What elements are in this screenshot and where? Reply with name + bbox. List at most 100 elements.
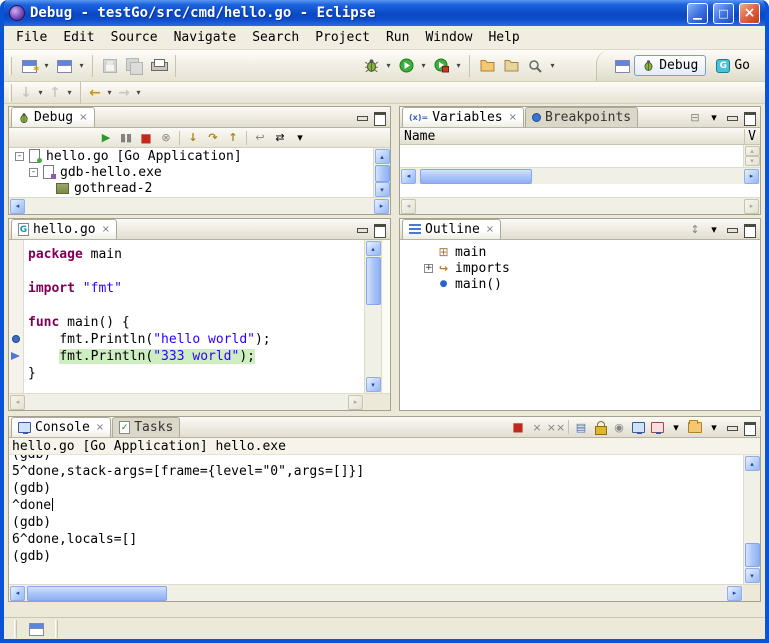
clear-console-button[interactable]: ▤ [572, 419, 590, 436]
open-resource-button[interactable] [475, 54, 499, 78]
scroll-down-icon[interactable]: ▾ [375, 182, 390, 197]
minimize-view-button[interactable] [724, 222, 740, 236]
scroll-lock-button[interactable] [591, 419, 609, 436]
close-tab-icon[interactable]: × [486, 224, 494, 235]
scroll-left-icon[interactable]: ◂ [10, 395, 25, 410]
scrollbar-thumb[interactable] [366, 257, 381, 305]
search-dropdown-icon[interactable]: ▾ [547, 61, 558, 70]
code-line[interactable] [24, 263, 364, 280]
maximize-view-button[interactable] [741, 420, 757, 434]
perspective-debug-button[interactable]: Debug [634, 55, 706, 76]
close-tab-icon[interactable]: × [79, 112, 87, 123]
step-over-button[interactable]: ↷ [204, 129, 222, 146]
display-selected-console-button[interactable]: ▾ [667, 419, 685, 436]
open-console-dropdown-icon[interactable]: ▾ [705, 419, 723, 436]
use-step-filters-button[interactable]: ⇄ [271, 129, 289, 146]
next-annotation-button[interactable]: ↓ [17, 84, 35, 102]
overview-ruler[interactable] [381, 240, 390, 393]
menu-file[interactable]: File [8, 27, 55, 48]
variables-detail-pane[interactable] [400, 184, 760, 197]
maximize-window-button[interactable]: □ [713, 3, 734, 24]
tab-hello-go[interactable]: G hello.go × [11, 219, 117, 239]
tree-item[interactable]: +↪imports [418, 260, 760, 276]
minimize-window-button[interactable]: ▁ [687, 3, 708, 24]
debug-horizontal-scrollbar[interactable]: ◂ ▸ [9, 197, 390, 214]
previous-annotation-dropdown-icon[interactable]: ▾ [64, 88, 75, 97]
tab-outline[interactable]: Outline × [402, 219, 501, 239]
step-into-button[interactable]: ↓ [184, 129, 202, 146]
menu-project[interactable]: Project [307, 27, 378, 48]
tree-item[interactable]: -gdb-hello.exe [9, 164, 373, 180]
outline-view-menu-icon[interactable]: ▾ [705, 221, 723, 238]
new-go-element-button[interactable] [52, 54, 76, 78]
scroll-up-icon[interactable]: ▴ [745, 146, 760, 156]
scroll-left-icon[interactable]: ◂ [10, 199, 25, 214]
code-line[interactable]: import "fmt" [24, 280, 364, 297]
title-bar[interactable]: Debug - testGo/src/cmd/hello.go - Eclips… [4, 0, 765, 26]
disconnect-button[interactable]: ⊗ [157, 129, 175, 146]
scroll-right-icon[interactable]: ▸ [374, 199, 389, 214]
fast-view-bar-button[interactable] [27, 620, 45, 637]
scrollbar-thumb[interactable] [745, 543, 760, 567]
scrollbar-thumb[interactable] [27, 586, 167, 601]
detail-horizontal-scrollbar[interactable]: ◂ ▸ [400, 197, 760, 214]
menu-window[interactable]: Window [417, 27, 480, 48]
close-tab-icon[interactable]: × [96, 422, 104, 433]
editor-ruler[interactable] [9, 240, 24, 393]
variables-horizontal-scrollbar[interactable]: ◂ ▸ [400, 167, 760, 184]
scroll-left-icon[interactable]: ◂ [401, 169, 416, 184]
forward-dropdown-icon[interactable]: ▾ [133, 88, 144, 97]
scroll-down-icon[interactable]: ▾ [366, 377, 381, 392]
external-tools-dropdown-icon[interactable]: ▾ [453, 61, 464, 70]
code-line[interactable]: func main() { [24, 314, 364, 331]
remove-launch-button[interactable]: × [528, 419, 546, 436]
new-wizard-dropdown-icon[interactable]: ▾ [41, 61, 52, 70]
maximize-view-button[interactable] [741, 222, 757, 236]
run-launch-button[interactable] [394, 54, 418, 78]
suspend-button[interactable]: ▮▮ [117, 129, 135, 146]
scroll-right-icon[interactable]: ▸ [727, 586, 742, 601]
scroll-up-icon[interactable]: ▴ [366, 241, 381, 256]
collapse-all-button[interactable]: ⊟ [686, 109, 704, 126]
resume-button[interactable]: ▶ [97, 129, 115, 146]
remove-all-launches-button[interactable]: ×× [547, 419, 565, 436]
scrollbar-thumb[interactable] [420, 169, 532, 184]
editor-vertical-scrollbar[interactable]: ▴ ▾ [364, 240, 381, 393]
menu-help[interactable]: Help [480, 27, 527, 48]
console-horizontal-scrollbar[interactable]: ◂ ▸ [9, 584, 743, 601]
toolbar-grip[interactable] [9, 84, 12, 102]
code-line[interactable]: } [24, 365, 364, 382]
external-tools-button[interactable] [429, 54, 453, 78]
maximize-view-button[interactable] [371, 222, 387, 236]
tree-expander-icon[interactable]: - [15, 152, 24, 161]
tab-tasks[interactable]: ✓ Tasks [112, 417, 180, 437]
save-all-button[interactable] [122, 54, 146, 78]
debug-vertical-scrollbar[interactable]: ▴ ▾ [373, 148, 390, 197]
variables-tree-area[interactable]: ▴ ▾ [400, 145, 760, 167]
back-button[interactable]: ← [86, 84, 104, 102]
tree-item[interactable]: ●main() [418, 276, 760, 292]
new-wizard-button[interactable]: * [17, 54, 41, 78]
open-project-button[interactable] [499, 54, 523, 78]
debug-launch-button[interactable] [359, 54, 383, 78]
perspective-go-button[interactable]: G Go [709, 56, 757, 75]
minimize-view-button[interactable] [724, 420, 740, 434]
variables-column-header[interactable]: Name V [400, 128, 760, 145]
debug-view-menu-icon[interactable]: ▾ [291, 129, 309, 146]
previous-annotation-button[interactable]: ↑ [46, 84, 64, 102]
drop-to-frame-button[interactable]: ↩ [251, 129, 269, 146]
scroll-down-icon[interactable]: ▾ [745, 156, 760, 166]
back-dropdown-icon[interactable]: ▾ [104, 88, 115, 97]
scroll-down-icon[interactable]: ▾ [745, 568, 760, 583]
minimize-view-button[interactable] [354, 222, 370, 236]
sort-button[interactable]: ↕ [686, 221, 704, 238]
menu-search[interactable]: Search [244, 27, 307, 48]
code-line[interactable]: package main [24, 246, 364, 263]
minimize-view-button[interactable] [354, 110, 370, 124]
close-tab-icon[interactable]: × [102, 224, 110, 235]
terminate-button[interactable]: ■ [137, 129, 155, 146]
scrollbar-thumb[interactable] [375, 165, 390, 182]
forward-button[interactable]: → [115, 84, 133, 102]
show-stdout-button[interactable] [629, 419, 647, 436]
tab-debug[interactable]: Debug × [11, 107, 95, 127]
